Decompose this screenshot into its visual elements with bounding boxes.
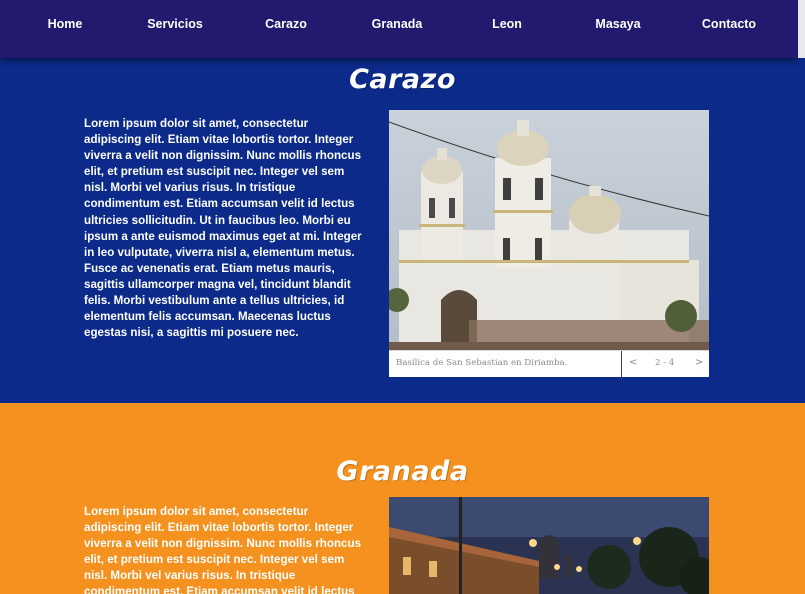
caption-divider xyxy=(621,351,622,378)
nav-masaya[interactable]: Masaya xyxy=(588,17,648,35)
nav-granada[interactable]: Granada xyxy=(362,17,432,35)
gallery-caption-bar: Basilica de San Sebastian en Diriamba. <… xyxy=(389,350,709,378)
nav-home[interactable]: Home xyxy=(35,17,95,35)
gallery-photo-basilica[interactable] xyxy=(389,110,709,350)
section-text-granada: Lorem ipsum dolor sit amet, consectetur … xyxy=(84,505,362,594)
top-nav: Home Servicios Carazo Granada Leon Masay… xyxy=(0,0,798,58)
basilica-image xyxy=(389,110,709,350)
nav-carazo[interactable]: Carazo xyxy=(256,17,316,35)
section-text-carazo: Lorem ipsum dolor sit amet, consectetur … xyxy=(84,117,362,340)
nav-leon[interactable]: Leon xyxy=(482,17,532,35)
nav-contacto[interactable]: Contacto xyxy=(696,17,762,35)
gallery-prev-button[interactable]: < xyxy=(629,357,637,368)
gallery-counter: 2 - 4 xyxy=(655,358,675,368)
gallery-photo-granada[interactable] xyxy=(389,497,709,594)
granada-street-image xyxy=(389,497,709,594)
nav-servicios[interactable]: Servicios xyxy=(140,17,210,35)
gallery-next-button[interactable]: > xyxy=(695,357,703,368)
section-title-carazo: Carazo xyxy=(349,64,456,95)
section-title-granada: Granada xyxy=(336,456,469,487)
gallery-caption: Basilica de San Sebastian en Diriamba. xyxy=(396,358,568,368)
scrollbar-edge[interactable] xyxy=(798,0,805,58)
